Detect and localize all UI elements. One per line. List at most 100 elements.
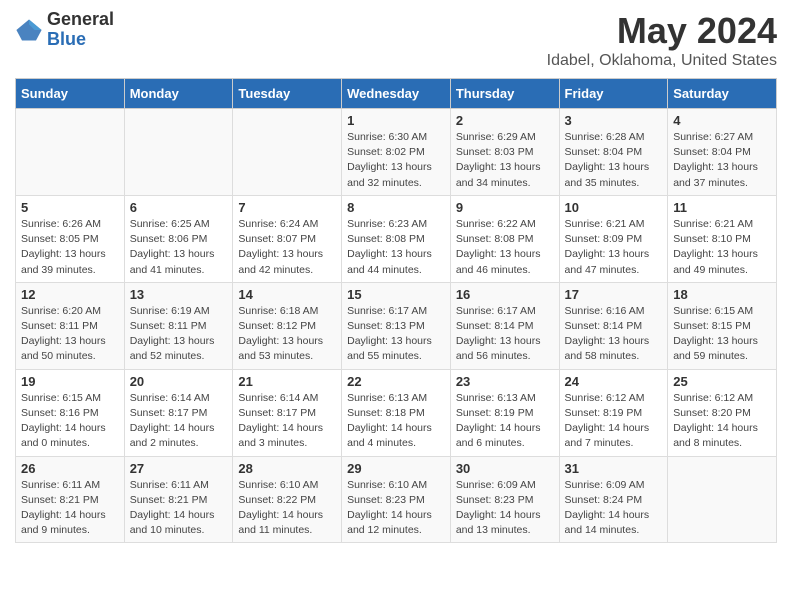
day-number: 6 [130, 200, 228, 215]
day-cell [668, 456, 777, 543]
page-header: General Blue May 2024 Idabel, Oklahoma, … [15, 10, 777, 70]
col-monday: Monday [124, 79, 233, 109]
day-cell: 21 Sunrise: 6:14 AM Sunset: 8:17 PM Dayli… [233, 369, 342, 456]
day-cell: 14Sunrise: 6:18 AM Sunset: 8:12 PM Dayli… [233, 282, 342, 369]
day-info: Sunrise: 6:21 AM Sunset: 8:09 PM Dayligh… [565, 217, 663, 278]
day-cell: 9Sunrise: 6:22 AM Sunset: 8:08 PM Daylig… [450, 195, 559, 282]
day-cell [233, 109, 342, 196]
day-cell: 26Sunrise: 6:11 AM Sunset: 8:21 PM Dayli… [16, 456, 125, 543]
day-number: 25 [673, 374, 771, 389]
day-cell [16, 109, 125, 196]
day-info: Sunrise: 6:17 AM Sunset: 8:13 PM Dayligh… [347, 304, 445, 365]
day-number: 17 [565, 287, 663, 302]
day-info: Sunrise: 6:20 AM Sunset: 8:11 PM Dayligh… [21, 304, 119, 365]
day-info: Sunrise: 6:14 AM Sunset: 8:17 PM Dayligh… [130, 391, 228, 452]
day-cell: 25 Sunrise: 6:12 AM Sunset: 8:20 PM Dayli… [668, 369, 777, 456]
day-cell: 16 Sunrise: 6:17 AM Sunset: 8:14 PM Dayli… [450, 282, 559, 369]
day-number: 21 [238, 374, 336, 389]
day-number: 5 [21, 200, 119, 215]
day-number: 23 [456, 374, 554, 389]
logo-icon [15, 16, 43, 44]
week-row-5: 26Sunrise: 6:11 AM Sunset: 8:21 PM Dayli… [16, 456, 777, 543]
day-cell: 15 Sunrise: 6:17 AM Sunset: 8:13 PM Dayli… [342, 282, 451, 369]
col-wednesday: Wednesday [342, 79, 451, 109]
day-info: Sunrise: 6:13 AM Sunset: 8:18 PM Dayligh… [347, 391, 445, 452]
day-cell: 30Sunrise: 6:09 AM Sunset: 8:23 PM Dayli… [450, 456, 559, 543]
day-info: Sunrise: 6:10 AM Sunset: 8:23 PM Dayligh… [347, 478, 445, 539]
day-number: 4 [673, 113, 771, 128]
calendar-body: 1 Sunrise: 6:30 AM Sunset: 8:02 PM Daylig… [16, 109, 777, 543]
day-info: Sunrise: 6:09 AM Sunset: 8:24 PM Dayligh… [565, 478, 663, 539]
day-number: 31 [565, 461, 663, 476]
day-info: Sunrise: 6:15 AM Sunset: 8:15 PM Dayligh… [673, 304, 771, 365]
day-number: 12 [21, 287, 119, 302]
day-number: 8 [347, 200, 445, 215]
day-cell: 5 Sunrise: 6:26 AM Sunset: 8:05 PM Daylig… [16, 195, 125, 282]
day-number: 18 [673, 287, 771, 302]
day-number: 29 [347, 461, 445, 476]
day-cell: 19 Sunrise: 6:15 AM Sunset: 8:16 PM Dayli… [16, 369, 125, 456]
day-number: 27 [130, 461, 228, 476]
col-friday: Friday [559, 79, 668, 109]
day-info: Sunrise: 6:13 AM Sunset: 8:19 PM Dayligh… [456, 391, 554, 452]
subtitle: Idabel, Oklahoma, United States [547, 52, 777, 70]
day-number: 9 [456, 200, 554, 215]
logo-text: General Blue [47, 10, 114, 50]
week-row-2: 5 Sunrise: 6:26 AM Sunset: 8:05 PM Daylig… [16, 195, 777, 282]
day-number: 30 [456, 461, 554, 476]
day-info: Sunrise: 6:28 AM Sunset: 8:04 PM Dayligh… [565, 130, 663, 191]
day-info: Sunrise: 6:14 AM Sunset: 8:17 PM Dayligh… [238, 391, 336, 452]
day-number: 1 [347, 113, 445, 128]
day-info: Sunrise: 6:24 AM Sunset: 8:07 PM Dayligh… [238, 217, 336, 278]
day-number: 2 [456, 113, 554, 128]
logo-general: General [47, 10, 114, 30]
day-info: Sunrise: 6:16 AM Sunset: 8:14 PM Dayligh… [565, 304, 663, 365]
day-cell [124, 109, 233, 196]
header-row: Sunday Monday Tuesday Wednesday Thursday… [16, 79, 777, 109]
day-number: 16 [456, 287, 554, 302]
week-row-4: 19 Sunrise: 6:15 AM Sunset: 8:16 PM Dayli… [16, 369, 777, 456]
day-info: Sunrise: 6:29 AM Sunset: 8:03 PM Dayligh… [456, 130, 554, 191]
title-section: May 2024 Idabel, Oklahoma, United States [547, 10, 777, 70]
col-thursday: Thursday [450, 79, 559, 109]
day-cell: 13 Sunrise: 6:19 AM Sunset: 8:11 PM Dayli… [124, 282, 233, 369]
day-cell: 12 Sunrise: 6:20 AM Sunset: 8:11 PM Dayli… [16, 282, 125, 369]
day-number: 28 [238, 461, 336, 476]
day-info: Sunrise: 6:26 AM Sunset: 8:05 PM Dayligh… [21, 217, 119, 278]
day-info: Sunrise: 6:12 AM Sunset: 8:20 PM Dayligh… [673, 391, 771, 452]
day-cell: 27Sunrise: 6:11 AM Sunset: 8:21 PM Dayli… [124, 456, 233, 543]
col-saturday: Saturday [668, 79, 777, 109]
day-info: Sunrise: 6:17 AM Sunset: 8:14 PM Dayligh… [456, 304, 554, 365]
day-cell: 17 Sunrise: 6:16 AM Sunset: 8:14 PM Dayli… [559, 282, 668, 369]
day-cell: 3Sunrise: 6:28 AM Sunset: 8:04 PM Daylig… [559, 109, 668, 196]
main-title: May 2024 [547, 10, 777, 52]
day-cell: 1 Sunrise: 6:30 AM Sunset: 8:02 PM Daylig… [342, 109, 451, 196]
day-cell: 28Sunrise: 6:10 AM Sunset: 8:22 PM Dayli… [233, 456, 342, 543]
day-cell: 7Sunrise: 6:24 AM Sunset: 8:07 PM Daylig… [233, 195, 342, 282]
day-number: 22 [347, 374, 445, 389]
day-number: 24 [565, 374, 663, 389]
day-info: Sunrise: 6:23 AM Sunset: 8:08 PM Dayligh… [347, 217, 445, 278]
day-info: Sunrise: 6:25 AM Sunset: 8:06 PM Dayligh… [130, 217, 228, 278]
day-number: 20 [130, 374, 228, 389]
day-cell: 20 Sunrise: 6:14 AM Sunset: 8:17 PM Dayli… [124, 369, 233, 456]
day-number: 19 [21, 374, 119, 389]
day-number: 15 [347, 287, 445, 302]
calendar-table: Sunday Monday Tuesday Wednesday Thursday… [15, 78, 777, 543]
day-info: Sunrise: 6:27 AM Sunset: 8:04 PM Dayligh… [673, 130, 771, 191]
day-cell: 6 Sunrise: 6:25 AM Sunset: 8:06 PM Daylig… [124, 195, 233, 282]
day-info: Sunrise: 6:19 AM Sunset: 8:11 PM Dayligh… [130, 304, 228, 365]
day-number: 11 [673, 200, 771, 215]
day-info: Sunrise: 6:30 AM Sunset: 8:02 PM Dayligh… [347, 130, 445, 191]
day-info: Sunrise: 6:15 AM Sunset: 8:16 PM Dayligh… [21, 391, 119, 452]
day-info: Sunrise: 6:18 AM Sunset: 8:12 PM Dayligh… [238, 304, 336, 365]
day-info: Sunrise: 6:12 AM Sunset: 8:19 PM Dayligh… [565, 391, 663, 452]
day-info: Sunrise: 6:21 AM Sunset: 8:10 PM Dayligh… [673, 217, 771, 278]
day-cell: 22 Sunrise: 6:13 AM Sunset: 8:18 PM Dayli… [342, 369, 451, 456]
week-row-3: 12 Sunrise: 6:20 AM Sunset: 8:11 PM Dayli… [16, 282, 777, 369]
day-cell: 24 Sunrise: 6:12 AM Sunset: 8:19 PM Dayli… [559, 369, 668, 456]
day-cell: 11 Sunrise: 6:21 AM Sunset: 8:10 PM Dayli… [668, 195, 777, 282]
day-number: 13 [130, 287, 228, 302]
day-cell: 18 Sunrise: 6:15 AM Sunset: 8:15 PM Dayli… [668, 282, 777, 369]
day-cell: 8 Sunrise: 6:23 AM Sunset: 8:08 PM Daylig… [342, 195, 451, 282]
